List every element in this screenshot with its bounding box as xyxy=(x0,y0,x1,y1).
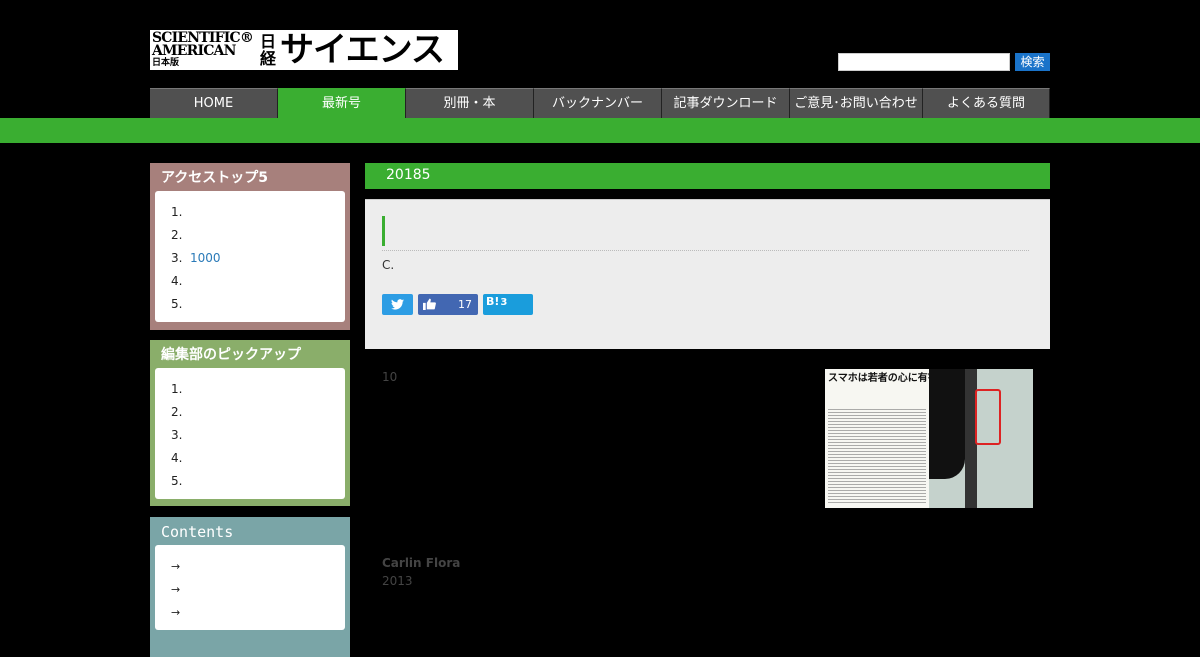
list-item[interactable]: 2. xyxy=(171,224,345,247)
list-item[interactable]: 5. xyxy=(171,470,345,493)
author-initial: C. xyxy=(382,258,395,272)
twitter-share-button[interactable] xyxy=(382,294,413,315)
hatena-bookmark-button[interactable]: B!3 xyxy=(483,294,533,315)
list-num: 1. xyxy=(171,205,183,219)
list-num: 1. xyxy=(171,382,183,396)
editor-pickup-title: 編集部のピックアップ xyxy=(161,347,301,363)
arrow-right-icon: → xyxy=(171,583,181,596)
publication-year: 2013 xyxy=(382,574,413,588)
list-num: 4. xyxy=(171,274,183,288)
nav-back-numbers[interactable]: バックナンバー xyxy=(534,88,662,118)
nav-green-band xyxy=(0,118,1200,143)
main-nav: HOME 最新号 別冊・本 バックナンバー 記事ダウンロード ご意見･お問い合わ… xyxy=(150,88,1050,118)
article-thumb-text: スマホは若者の心に有害か xyxy=(828,373,948,385)
list-item[interactable]: 3. xyxy=(171,424,345,447)
list-item[interactable]: 4. xyxy=(171,270,345,293)
list-num: 3. xyxy=(171,428,183,442)
search-input[interactable] xyxy=(838,53,1010,71)
list-item[interactable]: → xyxy=(171,578,345,601)
nav-home[interactable]: HOME xyxy=(150,88,278,118)
scientific-american-logo: SCIENTIFIC® AMERICAN 日本版 xyxy=(150,31,260,68)
nav-contact[interactable]: ご意見･お問い合わせ xyxy=(790,88,923,118)
logo-nikkei: 日経 xyxy=(260,32,277,68)
article-thumb-body xyxy=(828,409,926,503)
access-top5-box: アクセストップ5 1. 2. 3. 1000 4. 5. xyxy=(150,163,350,330)
site-logo[interactable]: SCIENTIFIC® AMERICAN 日本版 日経 サイエンス xyxy=(150,30,458,70)
hatena-count-label: B!3 xyxy=(486,291,507,313)
list-num: 2. xyxy=(171,228,183,242)
twitter-bird-icon xyxy=(391,299,404,310)
face-silhouette xyxy=(929,369,965,479)
list-num: 5. xyxy=(171,474,183,488)
thumbs-up-icon xyxy=(423,298,436,310)
list-item[interactable]: 2. xyxy=(171,401,345,424)
nav-books[interactable]: 別冊・本 xyxy=(406,88,534,118)
logo-line-2: AMERICAN xyxy=(152,43,236,59)
contents-list: → → → xyxy=(155,545,345,630)
nav-faq[interactable]: よくある質問 xyxy=(923,88,1050,118)
editor-pickup-box: 編集部のピックアップ 1. 2. 3. 4. 5. xyxy=(150,340,350,506)
arrow-right-icon: → xyxy=(171,606,181,619)
access-top5-list: 1. 2. 3. 1000 4. 5. xyxy=(155,191,345,322)
list-num: 5. xyxy=(171,297,183,311)
list-item[interactable]: 4. xyxy=(171,447,345,470)
article-thumbnail[interactable]: スマホは若者の心に有害か xyxy=(825,369,1033,508)
author-name: Carlin Flora xyxy=(382,556,461,570)
title-accent-bar xyxy=(382,216,385,246)
facebook-like-button[interactable]: 17 xyxy=(418,294,478,315)
page-number: 10 xyxy=(382,370,398,384)
article-thumb-title: スマホは若者の心に有害か xyxy=(828,373,948,384)
hatena-label: B! xyxy=(486,295,500,308)
contents-title: Contents xyxy=(161,523,234,541)
list-item[interactable]: 1. xyxy=(171,201,345,224)
facebook-count: 17 xyxy=(458,298,472,311)
divider xyxy=(382,250,1029,251)
list-link[interactable]: 1000 xyxy=(190,251,221,265)
nav-article-download[interactable]: 記事ダウンロード xyxy=(662,88,790,118)
contents-box: Contents → → → xyxy=(150,517,350,657)
list-item[interactable]: → xyxy=(171,601,345,624)
list-num: 2. xyxy=(171,405,183,419)
search-button[interactable]: 検索 xyxy=(1015,53,1050,71)
list-item[interactable]: 3. 1000 xyxy=(171,247,345,270)
list-item[interactable]: 5. xyxy=(171,293,345,316)
issue-heading: 20185 xyxy=(365,163,1050,189)
list-num: 4. xyxy=(171,451,183,465)
list-item[interactable]: 1. xyxy=(171,378,345,401)
logo-science: サイエンス xyxy=(280,30,445,70)
hatena-count: 3 xyxy=(500,297,508,308)
nav-latest-issue[interactable]: 最新号 xyxy=(278,88,406,118)
arrow-right-icon: → xyxy=(171,560,181,573)
list-num: 3. xyxy=(171,251,183,265)
list-item[interactable]: → xyxy=(171,555,345,578)
logo-jp: 日本版 xyxy=(152,58,180,68)
article-summary-panel: C. 17 B!3 xyxy=(365,199,1050,349)
smartphone-icon xyxy=(975,389,1001,445)
access-top5-title: アクセストップ5 xyxy=(161,170,269,186)
editor-pickup-list: 1. 2. 3. 4. 5. xyxy=(155,368,345,499)
